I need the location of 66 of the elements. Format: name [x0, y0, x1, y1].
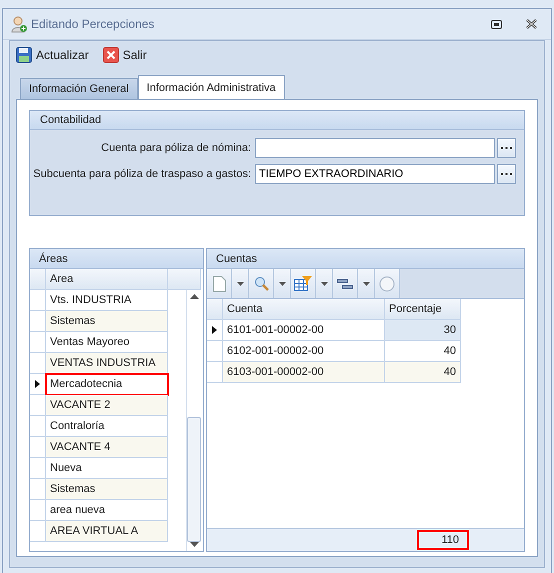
table-cell: 40 — [385, 341, 461, 362]
dropdown-button[interactable] — [358, 269, 375, 298]
table-filter-icon — [294, 276, 312, 291]
table-cell: area nueva — [46, 500, 168, 521]
caret-icon — [236, 282, 244, 286]
scroll-thumb[interactable] — [187, 417, 201, 542]
caret-icon — [320, 282, 328, 286]
close-icon — [102, 47, 119, 63]
group-button[interactable] — [333, 269, 358, 298]
panel-title: Áreas — [39, 252, 68, 264]
row-header — [30, 269, 46, 290]
row-header[interactable] — [207, 320, 223, 341]
input-field[interactable]: TIEMPO EXTRAORDINARIO — [255, 164, 495, 184]
dropdown-button[interactable] — [274, 269, 291, 298]
table-cell: VENTAS INDUSTRIA — [46, 353, 168, 374]
caret-icon — [278, 282, 286, 286]
dropdown-button[interactable] — [232, 269, 249, 298]
table-cell: 40 — [385, 362, 461, 383]
search-icon — [254, 276, 268, 291]
table-cell: VACANTE 4 — [46, 437, 168, 458]
table-cell: VACANTE 2 — [46, 395, 168, 416]
table-cell: Vts. INDUSTRIA — [46, 290, 168, 311]
table-cell: Contraloría — [46, 416, 168, 437]
grouping-icon — [337, 278, 353, 288]
toolbar-button[interactable]: Actualizar — [16, 47, 89, 63]
toolbar-button[interactable]: Salir — [102, 47, 147, 63]
field-label: Cuenta para póliza de nómina: — [101, 142, 251, 154]
total-value: 110 — [419, 532, 467, 548]
column-header[interactable]: Area — [46, 269, 168, 290]
panel-title: Cuentas — [216, 252, 257, 264]
row-header — [207, 299, 223, 320]
field-label: Subcuenta para póliza de traspaso a gastos: — [33, 168, 251, 180]
caret-icon — [362, 282, 370, 286]
ellipsis-button[interactable] — [497, 164, 516, 184]
circle-icon — [379, 276, 395, 292]
tab[interactable]: Información General — [20, 78, 138, 99]
column-header[interactable]: Porcentaje — [385, 299, 461, 320]
table-cell: 30 — [385, 320, 461, 341]
scrollbar[interactable] — [186, 290, 201, 551]
table-cell: AREA VIRTUAL A — [46, 521, 168, 542]
ellipsis-button[interactable] — [497, 138, 516, 158]
table-cell: Sistemas — [46, 479, 168, 500]
input-field[interactable] — [255, 138, 495, 158]
table-cell: Sistemas — [46, 311, 168, 332]
table-cell: 6102-001-00002-00 — [223, 341, 385, 362]
table-cell: 6103-001-00002-00 — [223, 362, 385, 383]
close-icon[interactable] — [526, 19, 537, 29]
scroll-up-icon[interactable] — [190, 294, 198, 299]
dropdown-button[interactable] — [316, 269, 333, 298]
restore-icon[interactable] — [491, 20, 502, 28]
row-header[interactable] — [30, 374, 46, 395]
group-title: Contabilidad — [40, 114, 102, 126]
column-header[interactable]: Cuenta — [223, 299, 385, 320]
tab[interactable]: Información Administrativa — [138, 75, 285, 99]
table-cell: Nueva — [46, 458, 168, 479]
row-indicator-icon — [212, 326, 217, 334]
window-title: Editando Percepciones — [31, 17, 156, 31]
row-indicator-icon — [35, 380, 40, 388]
column-header-blank — [168, 269, 201, 290]
filter-button[interactable] — [291, 269, 316, 298]
user-add-icon — [11, 16, 27, 32]
table-cell: Mercadotecnia — [46, 374, 168, 395]
search-button[interactable] — [249, 269, 274, 298]
document-icon — [212, 276, 226, 292]
table-cell: 6101-001-00002-00 — [223, 320, 385, 341]
table-cell: Ventas Mayoreo — [46, 332, 168, 353]
